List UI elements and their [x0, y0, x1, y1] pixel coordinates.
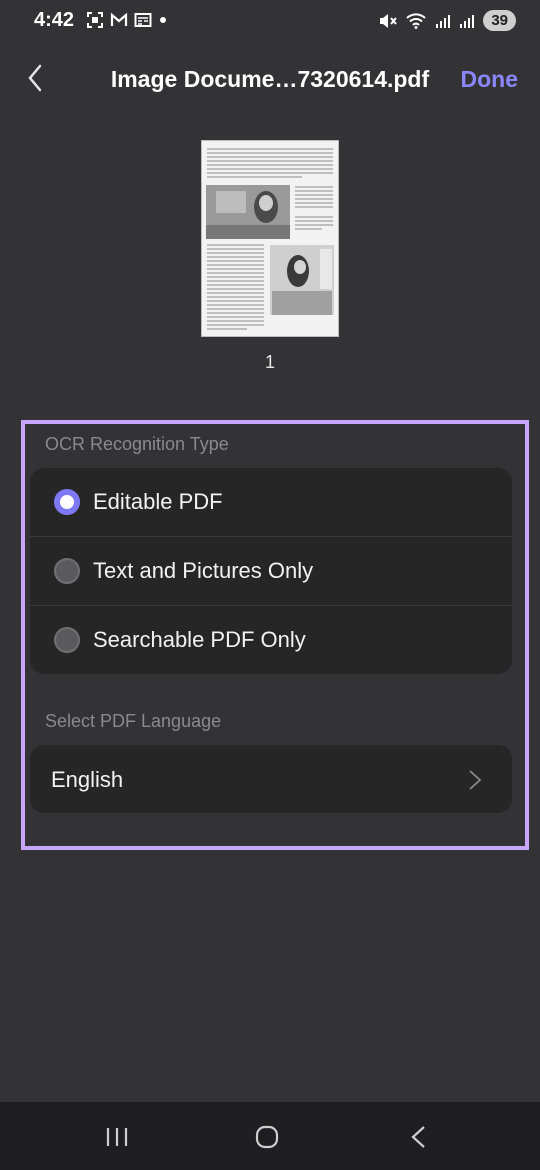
option-label: Editable PDF [93, 489, 223, 514]
status-time: 4:42 [34, 9, 75, 31]
done-button[interactable]: Done [461, 66, 519, 93]
option-editable-pdf[interactable]: Editable PDF [30, 468, 512, 537]
status-icons-left [86, 11, 168, 29]
radio-unselected-icon[interactable] [54, 627, 80, 653]
back-arrow-icon [411, 1126, 425, 1148]
option-label: Text and Pictures Only [93, 558, 314, 583]
signal-icon [460, 14, 475, 28]
mute-icon [380, 13, 398, 28]
home-icon [255, 1125, 279, 1149]
page-number: 1 [264, 352, 275, 372]
ocr-options-card: Editable PDF Text and Pictures Only Sear… [30, 468, 512, 674]
option-label: Searchable PDF Only [93, 627, 306, 652]
document-page-preview [206, 148, 334, 330]
language-value: English [51, 767, 124, 792]
top-bar: Image Docume…7320614.pdf Done [0, 48, 540, 110]
recent-apps-button[interactable] [102, 1124, 132, 1150]
language-card: English [30, 745, 512, 813]
language-selector[interactable]: English [30, 745, 512, 813]
recent-apps-icon [106, 1128, 128, 1146]
language-section-label: Select PDF Language [45, 711, 222, 731]
chevron-right-icon [469, 770, 482, 790]
news-icon [134, 13, 152, 27]
signal-icon [436, 14, 451, 28]
option-searchable-pdf[interactable]: Searchable PDF Only [30, 606, 512, 674]
gmail-icon [110, 12, 128, 26]
system-nav-bar [0, 1102, 540, 1170]
document-title: Image Docume…7320614.pdf [110, 66, 430, 92]
page-thumbnail[interactable] [201, 140, 339, 337]
status-icons-right: 39 [377, 10, 516, 31]
screenshot-icon [87, 12, 103, 28]
radio-selected-icon[interactable] [54, 489, 80, 515]
wifi-icon [406, 12, 427, 29]
dot-icon [160, 17, 166, 23]
home-button[interactable] [252, 1124, 282, 1150]
radio-unselected-icon[interactable] [54, 558, 80, 584]
battery-indicator: 39 [483, 10, 516, 31]
system-back-button[interactable] [404, 1124, 434, 1150]
ocr-section-label: OCR Recognition Type [45, 434, 229, 454]
option-text-and-pictures[interactable]: Text and Pictures Only [30, 537, 512, 606]
status-bar: 4:42 39 [0, 0, 540, 44]
